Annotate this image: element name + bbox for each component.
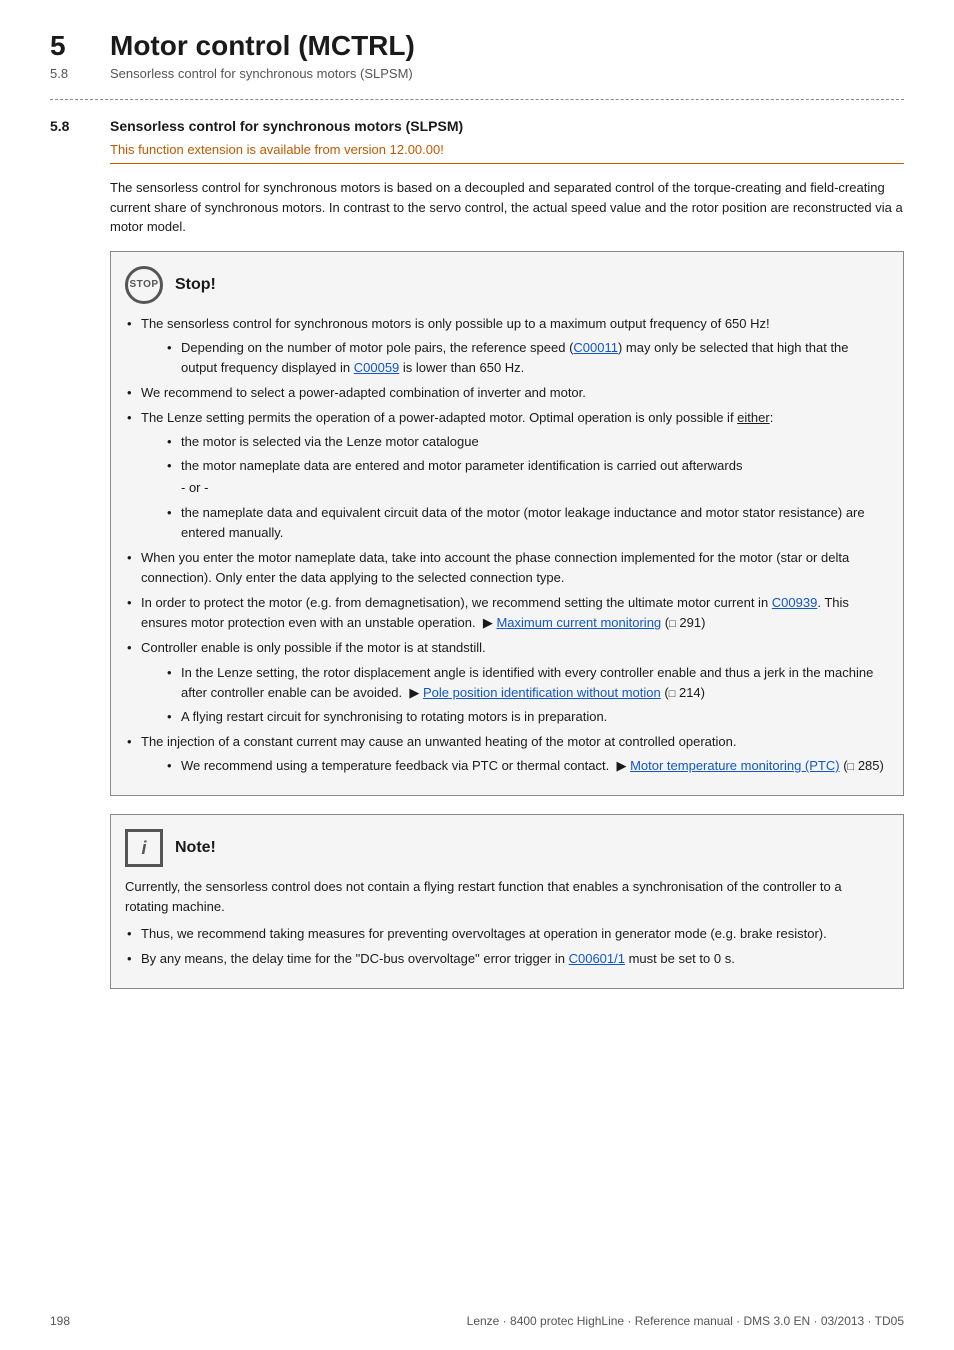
note-icon: i <box>125 829 163 867</box>
note-icon-text: i <box>141 838 146 859</box>
sub-list: the motor is selected via the Lenze moto… <box>141 432 885 543</box>
item-text: Controller enable is only possible if th… <box>141 640 486 655</box>
note-title: Note! <box>175 839 216 857</box>
list-item: The sensorless control for synchronous m… <box>125 314 885 378</box>
note-intro: Currently, the sensorless control does n… <box>125 877 885 917</box>
item-text: When you enter the motor nameplate data,… <box>141 550 849 585</box>
stop-title: Stop! <box>175 276 216 294</box>
item-text: We recommend to select a power-adapted c… <box>141 385 586 400</box>
list-item: The injection of a constant current may … <box>125 732 885 776</box>
item-text: The injection of a constant current may … <box>141 734 736 749</box>
sub-list: In the Lenze setting, the rotor displace… <box>141 663 885 727</box>
list-item: We recommend to select a power-adapted c… <box>125 383 885 403</box>
sub-number: 5.8 <box>50 66 110 81</box>
version-note: This function extension is available fro… <box>110 142 904 164</box>
stop-list: The sensorless control for synchronous m… <box>125 314 885 777</box>
max-current-link[interactable]: Maximum current monitoring <box>496 615 661 630</box>
list-item: the nameplate data and equivalent circui… <box>165 503 885 543</box>
list-item: In the Lenze setting, the rotor displace… <box>165 663 885 703</box>
c00059-link[interactable]: C00059 <box>354 360 400 375</box>
intro-text: The sensorless control for synchronous m… <box>110 178 904 237</box>
sub-list: We recommend using a temperature feedbac… <box>141 756 885 776</box>
pole-position-link[interactable]: Pole position identification without mot… <box>423 685 661 700</box>
item-text: Thus, we recommend taking measures for p… <box>141 926 827 941</box>
list-item: The Lenze setting permits the operation … <box>125 408 885 543</box>
sub-list: Depending on the number of motor pole pa… <box>141 338 885 378</box>
page-footer: 198 Lenze · 8400 protec HighLine · Refer… <box>50 1314 904 1328</box>
item-text: The Lenze setting permits the operation … <box>141 410 773 425</box>
stop-content: The sensorless control for synchronous m… <box>125 314 885 777</box>
list-item: We recommend using a temperature feedbac… <box>165 756 885 776</box>
c00011-link[interactable]: C00011 <box>573 340 618 355</box>
list-item: By any means, the delay time for the "DC… <box>125 949 885 969</box>
note-box: i Note! Currently, the sensorless contro… <box>110 814 904 989</box>
section-heading: 5.8 Sensorless control for synchronous m… <box>50 118 904 134</box>
list-item: A flying restart circuit for synchronisi… <box>165 707 885 727</box>
item-text: By any means, the delay time for the "DC… <box>141 951 735 966</box>
section-title: Sensorless control for synchronous motor… <box>110 118 463 134</box>
list-item: the motor nameplate data are entered and… <box>165 456 885 498</box>
section-number: 5.8 <box>50 118 110 134</box>
list-item: Controller enable is only possible if th… <box>125 638 885 727</box>
note-list: Thus, we recommend taking measures for p… <box>125 924 885 969</box>
c00939-link[interactable]: C00939 <box>772 595 818 610</box>
list-item: the motor is selected via the Lenze moto… <box>165 432 885 452</box>
stop-icon: STOP <box>125 266 163 304</box>
item-text: In order to protect the motor (e.g. from… <box>141 595 849 630</box>
stop-box-header: STOP Stop! <box>125 266 885 304</box>
motor-temp-link[interactable]: Motor temperature monitoring (PTC) <box>630 758 840 773</box>
list-item: In order to protect the motor (e.g. from… <box>125 593 885 633</box>
stop-icon-text: STOP <box>129 279 158 290</box>
note-content: Currently, the sensorless control does n… <box>125 877 885 969</box>
sub-title: Sensorless control for synchronous motor… <box>110 66 413 81</box>
list-item: Depending on the number of motor pole pa… <box>165 338 885 378</box>
list-item: When you enter the motor nameplate data,… <box>125 548 885 588</box>
stop-box: STOP Stop! The sensorless control for sy… <box>110 251 904 797</box>
section-divider <box>50 99 904 100</box>
note-box-header: i Note! <box>125 829 885 867</box>
sub-header: 5.8 Sensorless control for synchronous m… <box>50 66 904 81</box>
c00601-link[interactable]: C00601/1 <box>569 951 625 966</box>
page-header: 5 Motor control (MCTRL) <box>50 30 904 62</box>
chapter-title: Motor control (MCTRL) <box>110 30 415 62</box>
page-number: 198 <box>50 1314 70 1328</box>
item-text: The sensorless control for synchronous m… <box>141 316 770 331</box>
chapter-number: 5 <box>50 30 110 62</box>
publisher-info: Lenze · 8400 protec HighLine · Reference… <box>467 1314 904 1328</box>
list-item: Thus, we recommend taking measures for p… <box>125 924 885 944</box>
